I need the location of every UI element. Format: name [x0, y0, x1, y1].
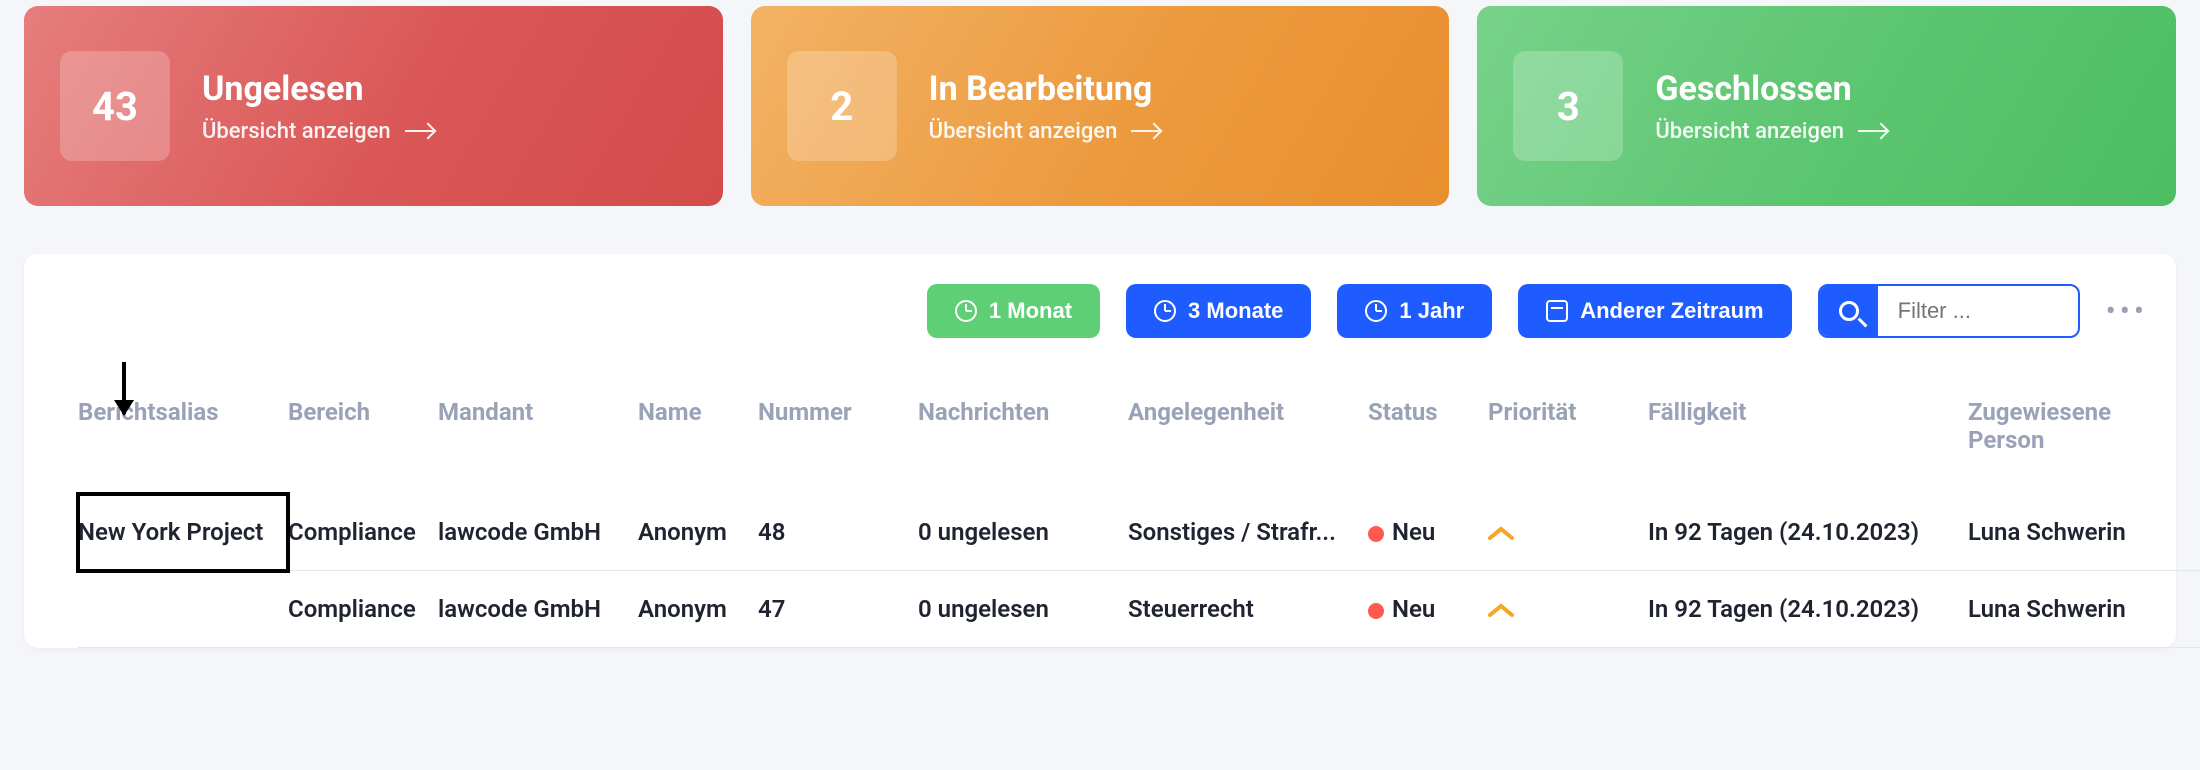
filter-search [1818, 284, 2080, 338]
cell-mandant: lawcode GmbH [438, 494, 638, 571]
col-status[interactable]: Status [1368, 398, 1488, 494]
cell-person: Luna Schwerin [1968, 571, 2178, 648]
card-unread-subtitle: Übersicht anzeigen [202, 119, 433, 144]
card-in-progress-count: 2 [787, 51, 897, 161]
cell-bereich: Compliance [288, 571, 438, 648]
cell-alias: New York Project [78, 494, 288, 571]
card-unread-title: Ungelesen [202, 69, 433, 109]
cell-status: Neu [1368, 494, 1488, 571]
table-row[interactable]: New York Project Compliance lawcode GmbH… [78, 494, 2200, 571]
search-icon [1839, 301, 1859, 321]
col-person[interactable]: Zugewiesene Person [1968, 398, 2178, 494]
cell-mandant: lawcode GmbH [438, 571, 638, 648]
search-button[interactable] [1820, 286, 1878, 336]
range-1-year-button[interactable]: 1 Jahr [1337, 284, 1492, 338]
card-in-progress-subtitle: Übersicht anzeigen [929, 119, 1160, 144]
clock-icon [1365, 300, 1387, 322]
range-3-months-button[interactable]: 3 Monate [1126, 284, 1311, 338]
cell-angelegenheit: Steuerrecht [1128, 571, 1368, 648]
cell-prioritaet [1488, 494, 1648, 571]
arrow-right-icon [1131, 130, 1159, 132]
filter-input[interactable] [1878, 298, 2078, 324]
col-faelligkeit[interactable]: Fälligkeit [1648, 398, 1968, 494]
card-in-progress-title: In Bearbeitung [929, 69, 1160, 109]
cell-person: Luna Schwerin [1968, 494, 2178, 571]
annotation-arrow-icon [122, 362, 126, 414]
arrow-right-icon [1858, 130, 1886, 132]
col-angelegenheit[interactable]: Angelegenheit [1128, 398, 1368, 494]
cell-nummer: 48 [758, 494, 918, 571]
cell-prioritaet [1488, 571, 1648, 648]
cell-extra [2178, 571, 2200, 648]
cell-angelegenheit: Sonstiges / Strafr... [1128, 494, 1368, 571]
clock-icon [955, 300, 977, 322]
reports-table: Berichtsalias Bereich Mandant Name Numme… [78, 398, 2200, 648]
status-dot-icon [1368, 526, 1384, 542]
priority-up-icon [1488, 603, 1514, 617]
col-nachrichten[interactable]: Nachrichten [918, 398, 1128, 494]
clock-icon [1154, 300, 1176, 322]
toolbar: 1 Monat 3 Monate 1 Jahr Anderer Zeitraum… [78, 284, 2148, 338]
card-unread[interactable]: 43 Ungelesen Übersicht anzeigen [24, 6, 723, 206]
card-closed-count: 3 [1513, 51, 1623, 161]
card-in-progress[interactable]: 2 In Bearbeitung Übersicht anzeigen [751, 6, 1450, 206]
priority-up-icon [1488, 526, 1514, 540]
col-nummer[interactable]: Nummer [758, 398, 918, 494]
reports-panel: 1 Monat 3 Monate 1 Jahr Anderer Zeitraum… [24, 254, 2176, 648]
range-custom-button[interactable]: Anderer Zeitraum [1518, 284, 1791, 338]
card-closed-subtitle: Übersicht anzeigen [1655, 119, 1886, 144]
calendar-icon [1546, 300, 1568, 322]
summary-cards: 43 Ungelesen Übersicht anzeigen 2 In Bea… [0, 6, 2200, 206]
cell-extra [2178, 494, 2200, 571]
cell-nachrichten: 0 ungelesen [918, 571, 1128, 648]
cell-faelligkeit: In 92 Tagen (24.10.2023) [1648, 571, 1968, 648]
more-menu-button[interactable]: ••• [2106, 294, 2148, 329]
card-closed[interactable]: 3 Geschlossen Übersicht anzeigen [1477, 6, 2176, 206]
status-dot-icon [1368, 603, 1384, 619]
cell-name: Anonym [638, 571, 758, 648]
cell-nachrichten: 0 ungelesen [918, 494, 1128, 571]
col-mandant[interactable]: Mandant [438, 398, 638, 494]
card-unread-count: 43 [60, 51, 170, 161]
col-name[interactable]: Name [638, 398, 758, 494]
col-alias[interactable]: Berichtsalias [78, 398, 288, 494]
arrow-right-icon [405, 130, 433, 132]
col-bereich[interactable]: Bereich [288, 398, 438, 494]
col-extra [2178, 398, 2200, 494]
cell-faelligkeit: In 92 Tagen (24.10.2023) [1648, 494, 1968, 571]
table-header-row: Berichtsalias Bereich Mandant Name Numme… [78, 398, 2200, 494]
range-1-month-button[interactable]: 1 Monat [927, 284, 1100, 338]
cell-alias [78, 571, 288, 648]
cell-bereich: Compliance [288, 494, 438, 571]
table-row[interactable]: Compliance lawcode GmbH Anonym 47 0 unge… [78, 571, 2200, 648]
col-prioritaet[interactable]: Priorität [1488, 398, 1648, 494]
cell-status: Neu [1368, 571, 1488, 648]
cell-nummer: 47 [758, 571, 918, 648]
cell-name: Anonym [638, 494, 758, 571]
card-closed-title: Geschlossen [1655, 69, 1886, 109]
